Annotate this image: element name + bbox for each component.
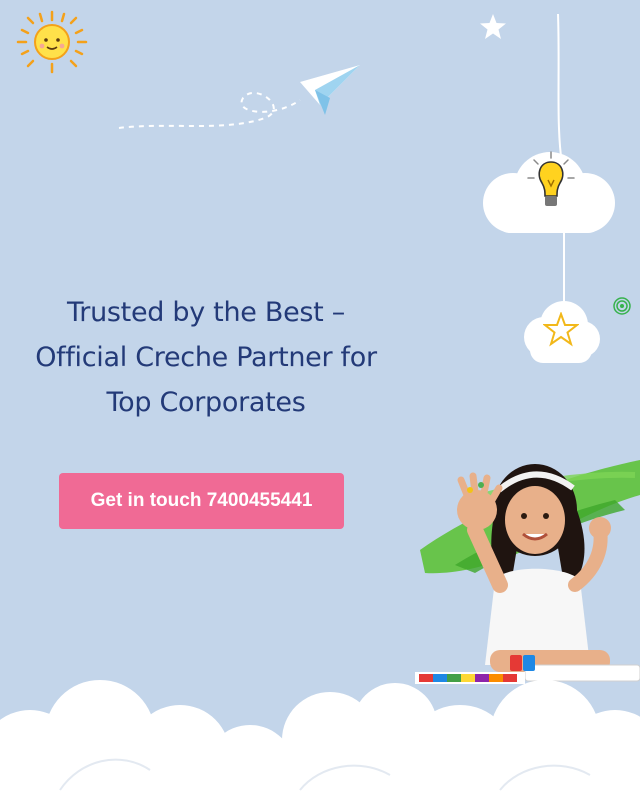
headline-line-2: Official Creche Partner for (35, 342, 377, 373)
lightbulb-icon (527, 151, 575, 206)
headline: Trusted by the Best – Official Creche Pa… (0, 290, 412, 425)
paper-plane-icon (118, 65, 360, 129)
sun-icon (16, 10, 88, 74)
hero-banner: Trusted by the Best – Official Creche Pa… (0, 0, 640, 800)
get-in-touch-button[interactable]: Get in touch 7400455441 (59, 473, 344, 529)
bottom-clouds (0, 680, 640, 800)
headline-line-1: Trusted by the Best – (67, 297, 345, 328)
star-icon (543, 312, 579, 347)
headline-line-3: Top Corporates (106, 387, 306, 418)
spiral-icon (613, 297, 631, 315)
star-icon (480, 14, 506, 39)
